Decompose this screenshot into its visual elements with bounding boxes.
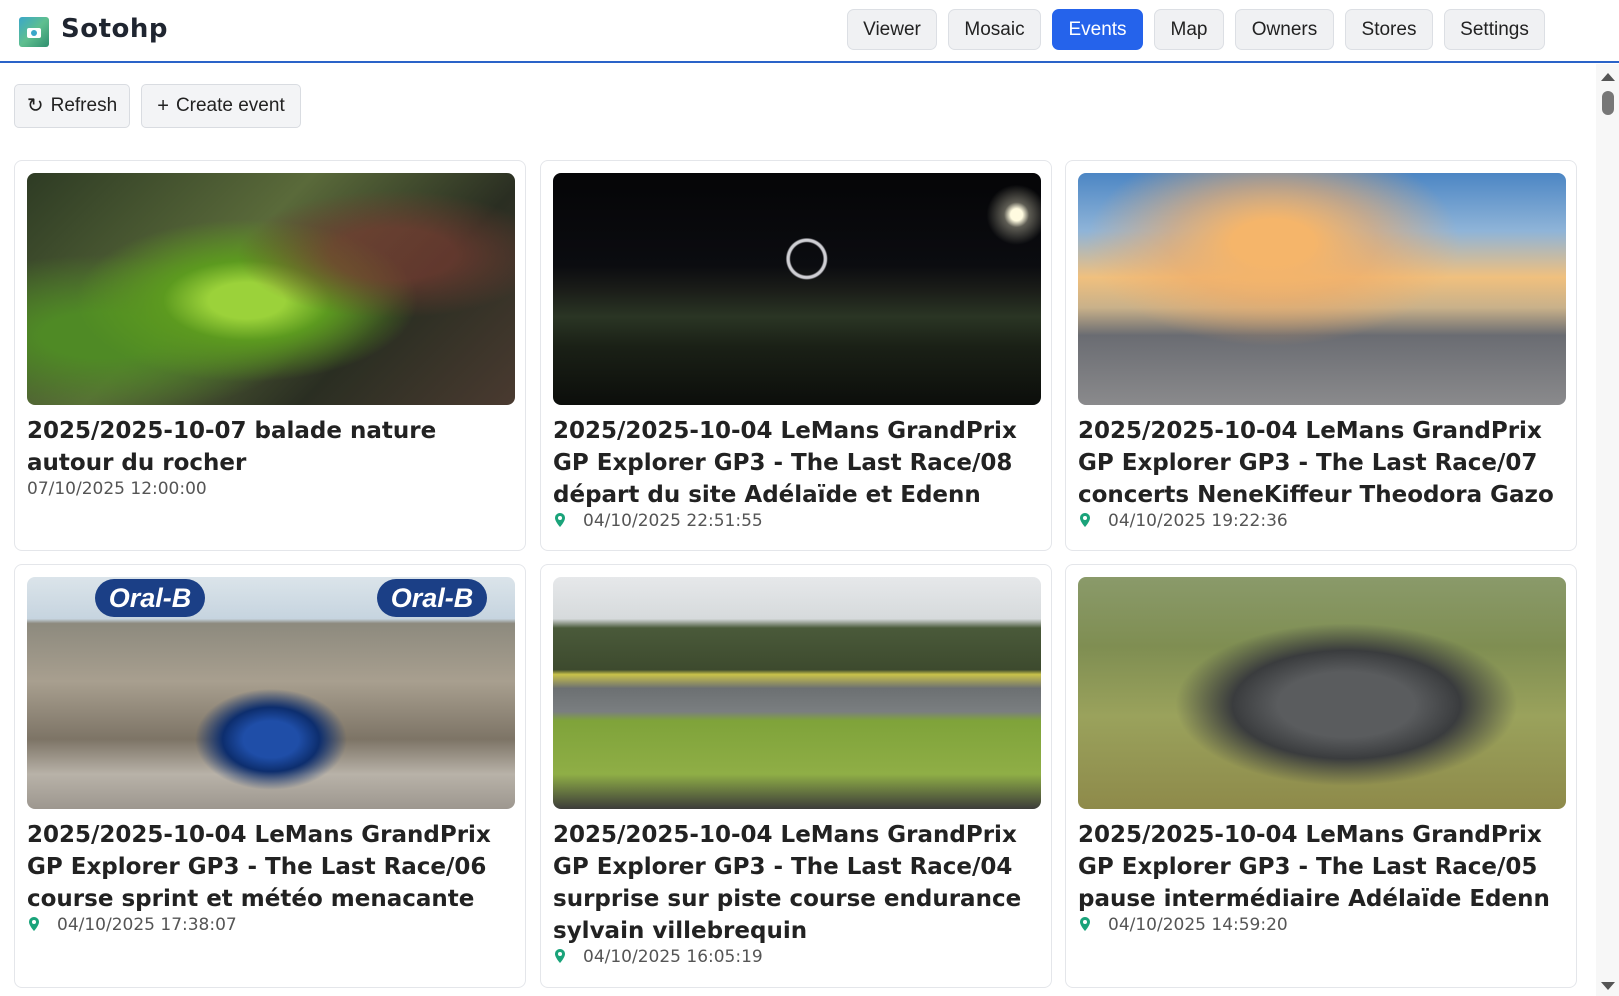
- camera-icon: [19, 17, 49, 47]
- top-bar: Sotohp Viewer Mosaic Events Map Owners S…: [0, 0, 1619, 63]
- location-pin-icon: [555, 513, 565, 527]
- nav-owners[interactable]: Owners: [1235, 9, 1334, 50]
- scroll-up-arrow-icon[interactable]: [1601, 73, 1615, 81]
- nav-mosaic[interactable]: Mosaic: [948, 9, 1041, 50]
- refresh-icon: ↻: [26, 95, 44, 117]
- event-date: 04/10/2025 19:22:36: [1108, 511, 1288, 531]
- create-event-label: Create event: [175, 95, 285, 116]
- endurance-track-photo[interactable]: [553, 577, 1041, 809]
- plus-icon: +: [157, 95, 169, 117]
- night-circuit-photo[interactable]: [553, 173, 1041, 405]
- formula-car-photo[interactable]: Oral-B Oral-B: [27, 577, 515, 809]
- scroll-down-arrow-icon[interactable]: [1601, 982, 1615, 990]
- scroll-thumb[interactable]: [1602, 91, 1614, 115]
- event-date: 07/10/2025 12:00:00: [27, 479, 207, 499]
- location-pin-icon: [1080, 917, 1090, 931]
- nav-viewer[interactable]: Viewer: [847, 9, 937, 50]
- event-card[interactable]: 2025/2025-10-04 LeMans GrandPrix GP Expl…: [540, 160, 1052, 551]
- event-title: 2025/2025-10-04 LeMans GrandPrix GP Expl…: [553, 418, 1017, 508]
- vertical-scrollbar[interactable]: [1596, 64, 1619, 996]
- event-title: 2025/2025-10-07 balade nature autour du …: [27, 418, 437, 476]
- nav-events[interactable]: Events: [1052, 9, 1143, 50]
- event-title: 2025/2025-10-04 LeMans GrandPrix GP Expl…: [1078, 822, 1550, 912]
- event-meta: 07/10/2025 12:00:00: [27, 479, 207, 499]
- event-title: 2025/2025-10-04 LeMans GrandPrix GP Expl…: [1078, 418, 1554, 508]
- sponsor-logo: Oral-B: [95, 579, 205, 617]
- event-card[interactable]: 2025/2025-10-04 LeMans GrandPrix GP Expl…: [1065, 160, 1577, 551]
- event-card[interactable]: 2025/2025-10-04 LeMans GrandPrix GP Expl…: [540, 564, 1052, 988]
- location-pin-icon: [555, 949, 565, 963]
- event-meta: 04/10/2025 17:38:07: [27, 915, 237, 935]
- event-card[interactable]: 2025/2025-10-04 LeMans GrandPrix GP Expl…: [1065, 564, 1577, 988]
- nav-map[interactable]: Map: [1154, 9, 1224, 50]
- sponsor-logo: Oral-B: [377, 579, 487, 617]
- nav-settings[interactable]: Settings: [1444, 9, 1545, 50]
- mustang-photo[interactable]: [1078, 577, 1566, 809]
- refresh-button[interactable]: ↻ Refresh: [14, 84, 130, 128]
- sunset-paddock-photo[interactable]: [1078, 173, 1566, 405]
- event-meta: 04/10/2025 22:51:55: [553, 511, 763, 531]
- app-brand: Sotohp: [61, 14, 168, 44]
- event-meta: 04/10/2025 16:05:19: [553, 947, 763, 967]
- event-date: 04/10/2025 17:38:07: [57, 915, 237, 935]
- fern-photo[interactable]: [27, 173, 515, 405]
- event-meta: 04/10/2025 19:22:36: [1078, 511, 1288, 531]
- refresh-label: Refresh: [50, 95, 118, 116]
- event-title: 2025/2025-10-04 LeMans GrandPrix GP Expl…: [553, 822, 1022, 944]
- event-card[interactable]: Oral-B Oral-B 2025/2025-10-04 LeMans Gra…: [14, 564, 526, 988]
- event-date: 04/10/2025 16:05:19: [583, 947, 763, 967]
- location-pin-icon: [1080, 513, 1090, 527]
- event-date: 04/10/2025 14:59:20: [1108, 915, 1288, 935]
- event-card[interactable]: 2025/2025-10-07 balade nature autour du …: [14, 160, 526, 551]
- event-title: 2025/2025-10-04 LeMans GrandPrix GP Expl…: [27, 822, 491, 912]
- location-pin-icon: [29, 917, 39, 931]
- event-date: 04/10/2025 22:51:55: [583, 511, 763, 531]
- nav-stores[interactable]: Stores: [1345, 9, 1433, 50]
- event-meta: 04/10/2025 14:59:20: [1078, 915, 1288, 935]
- create-event-button[interactable]: + Create event: [141, 84, 301, 128]
